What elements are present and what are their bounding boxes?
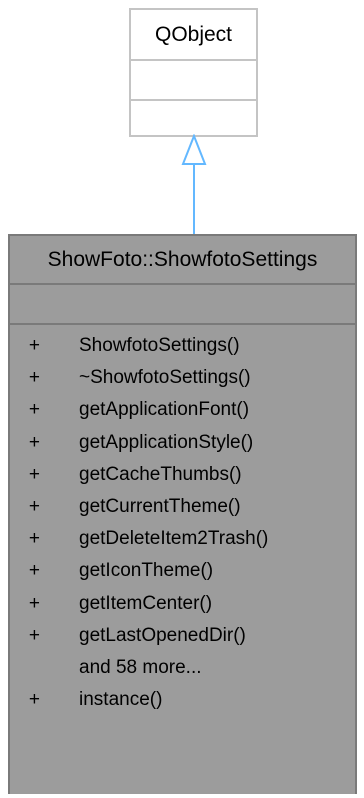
member-row[interactable]: + getApplicationStyle(): [10, 427, 355, 459]
member-row[interactable]: + getItemCenter(): [10, 588, 355, 620]
derived-class-attributes-section: [10, 285, 355, 325]
base-class-attributes-section: [131, 61, 256, 101]
visibility-marker: +: [28, 624, 40, 646]
member-name: ~ShowfotoSettings(): [79, 367, 251, 389]
member-row[interactable]: + getCurrentTheme(): [10, 491, 355, 523]
member-name: getDeleteItem2Trash(): [79, 528, 269, 550]
member-row[interactable]: + ~ShowfotoSettings(): [10, 362, 355, 394]
member-name: getApplicationFont(): [79, 399, 250, 421]
derived-class-methods-section: + ShowfotoSettings() + ~ShowfotoSettings…: [10, 325, 355, 716]
member-name: getIconTheme(): [79, 560, 214, 582]
member-name: getItemCenter(): [79, 592, 213, 614]
derived-class-box[interactable]: ShowFoto::ShowfotoSettings + ShowfotoSet…: [8, 234, 357, 794]
member-name: getApplicationStyle(): [79, 431, 254, 453]
visibility-marker: +: [28, 592, 40, 614]
member-row[interactable]: + getIconTheme(): [10, 555, 355, 587]
derived-class-title: ShowFoto::ShowfotoSettings: [10, 236, 355, 285]
visibility-marker: +: [28, 689, 40, 711]
member-row[interactable]: + ShowfotoSettings(): [10, 330, 355, 362]
member-name: getCurrentTheme(): [79, 496, 241, 518]
member-name: getLastOpenedDir(): [79, 624, 246, 646]
member-name: ShowfotoSettings(): [79, 335, 240, 357]
member-row[interactable]: + getApplicationFont(): [10, 394, 355, 426]
inheritance-arrow: [181, 134, 207, 234]
visibility-marker: +: [28, 431, 40, 453]
visibility-marker: +: [28, 463, 40, 485]
base-class-box[interactable]: QObject: [129, 8, 258, 137]
visibility-marker: +: [28, 335, 40, 357]
visibility-marker: +: [28, 560, 40, 582]
inheritance-arrowhead: [181, 134, 207, 165]
visibility-marker: +: [28, 496, 40, 518]
member-name: instance(): [79, 689, 163, 711]
member-name: getCacheThumbs(): [79, 463, 242, 485]
member-row[interactable]: + getCacheThumbs(): [10, 459, 355, 491]
member-name: and 58 more...: [79, 656, 202, 678]
member-row[interactable]: + getLastOpenedDir(): [10, 620, 355, 652]
visibility-marker: +: [28, 528, 40, 550]
member-row[interactable]: + instance(): [10, 684, 355, 716]
base-class-title: QObject: [131, 10, 256, 61]
visibility-marker: +: [28, 399, 40, 421]
more-members-link[interactable]: and 58 more...: [10, 652, 355, 684]
visibility-marker: +: [28, 367, 40, 389]
member-row[interactable]: + getDeleteItem2Trash(): [10, 523, 355, 555]
